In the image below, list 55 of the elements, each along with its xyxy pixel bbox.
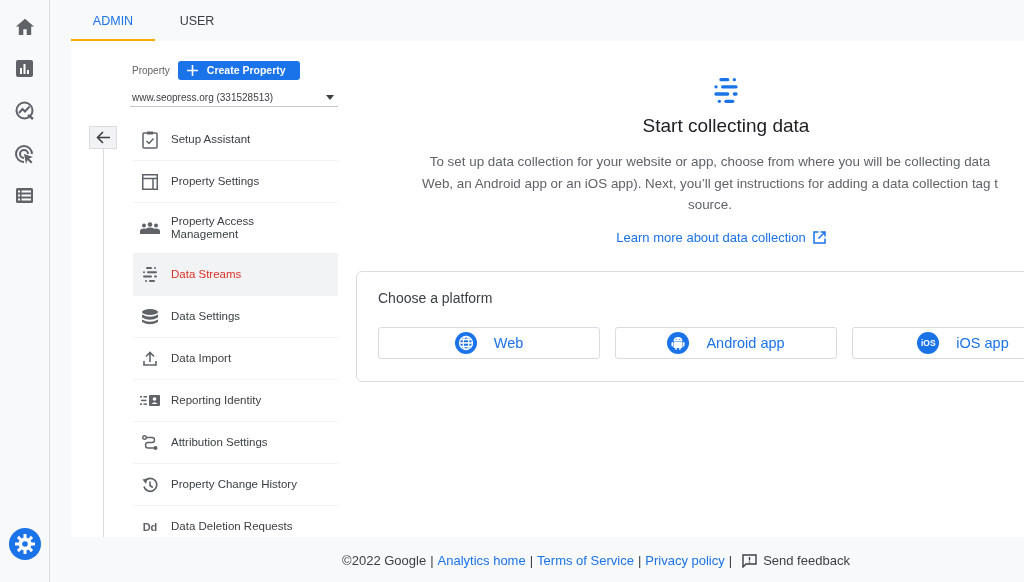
page-title: Start collecting data (642, 115, 810, 137)
globe-icon (454, 331, 477, 354)
dropdown-caret-icon (326, 94, 334, 100)
platform-button[interactable]: Android app (615, 326, 837, 359)
menu-item[interactable]: Data Settings (133, 296, 338, 338)
menu-item[interactable]: Dd Data Deletion Requests (133, 506, 338, 537)
window-layout-icon (142, 173, 158, 190)
external-link-icon (812, 230, 826, 244)
card-title: Choose a platform (378, 289, 494, 306)
menu-item[interactable]: Data Streams (133, 254, 338, 296)
copyright-text: ©2022 Google (342, 553, 427, 568)
create-property-button[interactable]: Create Property (177, 60, 300, 80)
menu-item[interactable]: Setup Assistant (133, 119, 338, 161)
menu-item[interactable]: Reporting Identity (133, 380, 338, 422)
learn-more-link[interactable]: Learn more about data collection (616, 229, 826, 245)
footer-link[interactable]: Terms of Service (537, 553, 634, 568)
id-card-icon (140, 395, 160, 406)
back-button[interactable] (89, 126, 117, 149)
upload-icon (143, 351, 157, 366)
separator: | (529, 553, 534, 568)
history-icon (142, 476, 158, 493)
arrow-left-icon (95, 131, 111, 144)
platform-button[interactable]: iOS iOS app (852, 326, 1024, 359)
target-cursor-icon[interactable] (15, 144, 34, 164)
footer-link[interactable]: Analytics home (437, 553, 526, 568)
trend-circle-icon[interactable] (15, 101, 34, 120)
settings-icon[interactable] (8, 528, 41, 560)
platform-button[interactable]: Web (378, 326, 600, 359)
send-feedback-button[interactable]: Send feedback (742, 553, 850, 568)
bar-chart-icon[interactable] (16, 59, 33, 77)
menu-item[interactable]: Data Import (133, 338, 338, 380)
route-icon (142, 434, 158, 451)
ios-icon: iOS (917, 331, 940, 354)
home-icon[interactable] (15, 18, 34, 35)
database-icon (142, 308, 158, 325)
property-selector[interactable]: www.seopress.org (331528513) (130, 88, 338, 107)
separator: | (430, 553, 434, 568)
plus-icon (186, 64, 198, 76)
separator: | (637, 553, 642, 568)
menu-item[interactable]: Property Change History (133, 464, 338, 506)
dd-icon: Dd (142, 520, 158, 533)
android-icon (667, 331, 690, 354)
list-icon[interactable] (16, 188, 33, 203)
description-text: To set up data collection for your website or app, choose from where you will be collecting data Web, an Android app or an iOS app). Next, you’ll get instructions for adding a data collection tag t source. (421, 153, 999, 214)
people-icon (140, 222, 160, 234)
property-label: Property (132, 64, 170, 76)
footer-link[interactable]: Privacy policy (645, 553, 725, 568)
separator: | (728, 553, 733, 568)
tab[interactable]: USER (155, 0, 239, 41)
data-streams-icon (142, 267, 158, 282)
data-streams-icon (712, 78, 740, 103)
feedback-icon (742, 553, 758, 568)
clipboard-check-icon (142, 130, 158, 149)
menu-item[interactable]: Attribution Settings (133, 422, 338, 464)
menu-item[interactable]: Property Settings (133, 161, 338, 203)
